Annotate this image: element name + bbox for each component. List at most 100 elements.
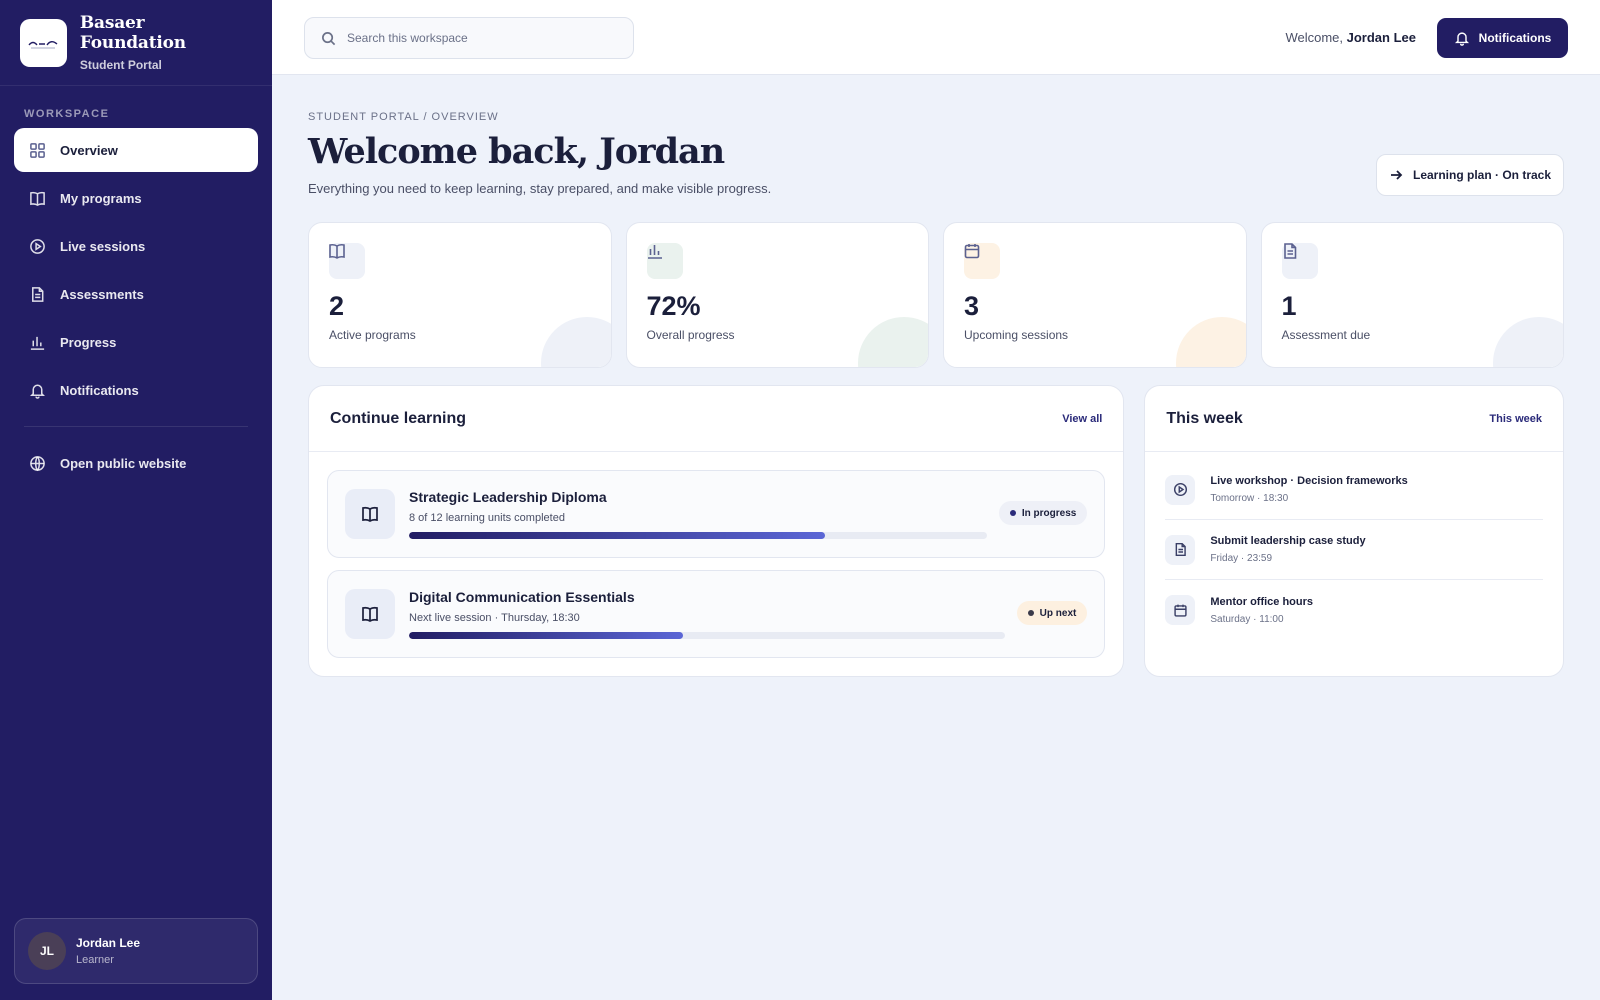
user-name: Jordan Lee [76, 936, 141, 950]
continue-learning-panel: Continue learning View all Strategic Lea… [308, 385, 1125, 677]
bell-icon [1454, 32, 1469, 46]
course-progress-bar [409, 632, 1005, 639]
globe-icon [28, 454, 46, 472]
course-card[interactable]: Strategic Leadership Diploma 8 of 12 lea… [327, 470, 1106, 558]
bell-icon [28, 381, 46, 399]
event-list: Live workshop · Decision frameworks Tomo… [1145, 452, 1563, 640]
sidebar-item-notifications[interactable]: Notifications [14, 368, 258, 412]
stat-icon-bg [329, 243, 365, 279]
stat-card-upcoming-sessions[interactable]: 3 Upcoming sessions [943, 222, 1247, 368]
welcome-prefix: Welcome, [1285, 30, 1344, 45]
status-dot [1009, 510, 1016, 516]
sidebar-item-label: Progress [60, 334, 117, 350]
course-icon-bg [345, 589, 395, 639]
stat-card-overall-progress[interactable]: 72% Overall progress [625, 222, 929, 368]
course-icon-bg [345, 489, 395, 539]
play-circle-icon [28, 237, 46, 255]
stat-icon-bg [964, 243, 1000, 279]
sidebar-item-overview[interactable]: Overview [14, 128, 258, 172]
search-input[interactable] [347, 31, 597, 45]
panel-header: Continue learning View all [309, 386, 1124, 452]
nav-divider [24, 426, 248, 427]
welcome-text: Welcome, Jordan Lee [1285, 30, 1416, 45]
event-title: Submit leadership case study [1210, 535, 1366, 547]
sidebar-item-label: Overview [60, 142, 118, 158]
welcome-user-name: Jordan Lee [1346, 30, 1416, 45]
breadcrumb: STUDENT PORTAL / OVERVIEW [308, 111, 499, 123]
stat-value: 1 [1281, 291, 1297, 321]
panel-title: This week [1166, 409, 1243, 427]
sidebar-item-live-sessions[interactable]: Live sessions [14, 224, 258, 268]
search-box[interactable] [304, 17, 634, 59]
event-time: Tomorrow · 18:30 [1210, 493, 1289, 504]
event-title: Live workshop · Decision frameworks [1210, 475, 1408, 487]
course-name: Digital Communication Essentials [409, 589, 635, 605]
brand-subtitle: Student Portal [79, 58, 162, 72]
calendar-icon [1174, 604, 1187, 617]
sidebar-item-label: Assessments [60, 286, 144, 302]
learning-plan-label: Learning plan · On track [1412, 168, 1552, 182]
event-item[interactable]: Mentor office hours Saturday · 11:00 [1165, 580, 1543, 640]
status-dot [1027, 610, 1034, 616]
this-week-link[interactable]: This week [1489, 413, 1542, 425]
document-icon [1175, 542, 1186, 557]
sidebar-item-label: My programs [60, 190, 142, 206]
sidebar-item-progress[interactable]: Progress [14, 320, 258, 364]
learning-plan-button[interactable]: Learning plan · On track [1376, 154, 1564, 196]
this-week-panel: This week This week Live workshop · Deci… [1144, 385, 1564, 677]
view-all-link[interactable]: View all [1062, 413, 1102, 425]
open-public-website-link[interactable]: Open public website [14, 441, 258, 485]
stat-decoration [540, 317, 611, 367]
course-progress-fill [409, 532, 826, 539]
event-item[interactable]: Live workshop · Decision frameworks Tomo… [1165, 460, 1543, 520]
stat-icon-bg [646, 243, 683, 279]
course-progress-fill [409, 632, 684, 639]
status-badge-label: Up next [1039, 607, 1077, 619]
play-circle-icon [1173, 482, 1187, 497]
stat-decoration [1175, 317, 1246, 367]
brand-name: Basaer Foundation [79, 13, 186, 53]
sidebar-item-my-programs[interactable]: My programs [14, 176, 258, 220]
course-progress-bar [409, 532, 987, 539]
main-content: STUDENT PORTAL / OVERVIEW Welcome back, … [308, 75, 1564, 677]
panels-row: Continue learning View all Strategic Lea… [308, 385, 1564, 677]
panel-title: Continue learning [330, 409, 466, 427]
document-icon [28, 285, 46, 303]
brand-logo[interactable] [20, 18, 67, 67]
stat-icon-bg [1281, 243, 1318, 279]
book-icon [362, 506, 378, 522]
logo-mark-icon [28, 40, 58, 48]
avatar: JL [28, 932, 66, 970]
stat-value: 2 [329, 291, 345, 321]
stat-value: 72% [646, 291, 701, 321]
event-title: Mentor office hours [1210, 595, 1314, 608]
sidebar-item-assessments[interactable]: Assessments [14, 272, 258, 316]
user-card[interactable]: JL Jordan Lee Learner [14, 918, 258, 984]
event-icon-bg [1165, 595, 1196, 625]
notifications-button[interactable]: Notifications [1437, 18, 1568, 58]
sidebar: Basaer Foundation Student Portal WORKSPA… [0, 0, 272, 1000]
event-item[interactable]: Submit leadership case study Friday · 23… [1165, 520, 1543, 580]
course-meta: Next live session · Thursday, 18:30 [409, 612, 580, 624]
course-meta: 8 of 12 learning units completed [409, 512, 565, 524]
event-time: Friday · 23:59 [1210, 553, 1273, 564]
event-icon-bg [1165, 534, 1196, 565]
document-icon [1283, 243, 1296, 259]
stat-decoration [1493, 317, 1564, 367]
arrow-right-icon [1390, 170, 1403, 180]
topbar: Welcome, Jordan Lee Notifications [272, 0, 1600, 75]
sidebar-nav: Overview My programs Live sessions Asses… [0, 128, 272, 412]
book-icon [329, 243, 345, 259]
book-icon [362, 606, 378, 622]
status-badge: In progress [998, 501, 1088, 525]
book-icon [28, 189, 46, 207]
course-card[interactable]: Digital Communication Essentials Next li… [327, 570, 1106, 658]
nav-section-label: WORKSPACE [24, 108, 110, 120]
stat-card-assessment-due[interactable]: 1 Assessment due [1260, 222, 1564, 368]
notifications-button-label: Notifications [1478, 31, 1552, 45]
event-icon-bg [1165, 474, 1196, 505]
bar-chart-icon [647, 245, 662, 259]
stat-card-active-programs[interactable]: 2 Active programs [308, 222, 612, 368]
sidebar-item-label: Notifications [60, 382, 139, 398]
search-icon [322, 31, 336, 45]
